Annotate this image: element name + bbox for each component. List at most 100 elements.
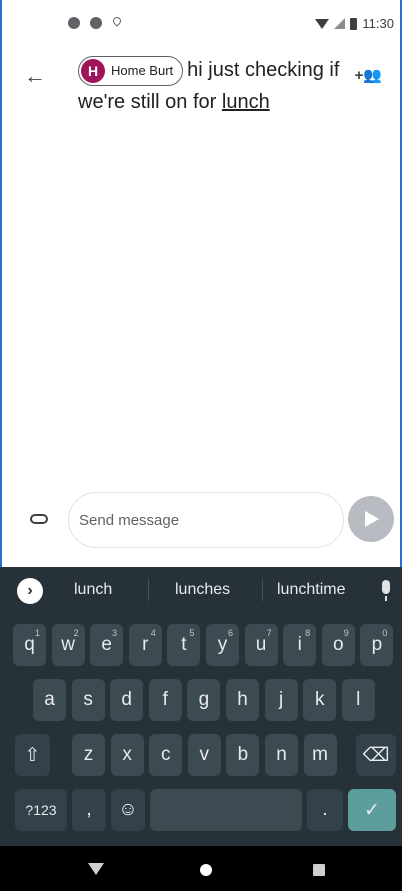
- key-x[interactable]: x: [110, 734, 144, 776]
- suggestion-2[interactable]: lunches: [175, 581, 230, 599]
- key-f[interactable]: f: [148, 679, 182, 721]
- key-label: z: [83, 744, 94, 765]
- period-key[interactable]: .: [307, 789, 343, 831]
- shift-key[interactable]: ⇧: [15, 734, 50, 776]
- attach-icon[interactable]: [30, 514, 48, 524]
- comma-key[interactable]: ,: [72, 789, 106, 831]
- key-label: h: [237, 689, 248, 710]
- send-message-input[interactable]: Send message: [68, 492, 344, 548]
- key-hint: 4: [150, 628, 156, 638]
- key-label: b: [237, 744, 249, 765]
- key-label: v: [199, 744, 210, 765]
- key-label: d: [121, 689, 132, 710]
- key-label: t: [181, 634, 187, 655]
- key-q[interactable]: q1: [13, 624, 46, 666]
- key-g[interactable]: g: [187, 679, 221, 721]
- key-label: r: [142, 634, 149, 655]
- key-label: n: [276, 744, 287, 765]
- send-button[interactable]: [348, 496, 394, 542]
- app-icon: [90, 17, 102, 29]
- key-hint: 2: [73, 628, 79, 638]
- location-icon: [112, 17, 122, 29]
- key-hint: 0: [382, 628, 388, 638]
- suggestion-3[interactable]: lunchtime: [277, 581, 345, 599]
- key-u[interactable]: u7: [244, 624, 278, 666]
- key-label: x: [122, 744, 132, 765]
- suggestion-divider: [148, 579, 149, 601]
- key-label: f: [162, 689, 168, 710]
- keyboard: › lunch lunches lunchtime ⇧ ⌫ ?123 , ☺ .…: [0, 567, 402, 846]
- status-notification-icons: [68, 17, 122, 29]
- key-hint: 6: [227, 628, 233, 638]
- message-text-underlined: lunch: [221, 91, 270, 113]
- key-s[interactable]: s: [71, 679, 105, 721]
- backspace-key[interactable]: ⌫: [356, 734, 396, 776]
- symbols-key[interactable]: ?123: [15, 789, 67, 831]
- key-label: k: [314, 689, 325, 710]
- key-label: j: [278, 689, 284, 710]
- key-i[interactable]: i8: [283, 624, 317, 666]
- suggestion-1[interactable]: lunch: [74, 581, 112, 599]
- nav-recents-icon[interactable]: [313, 864, 325, 876]
- suggestion-strip: › lunch lunches lunchtime: [0, 567, 402, 613]
- key-label: i: [297, 634, 302, 655]
- key-j[interactable]: j: [264, 679, 298, 721]
- back-arrow-icon[interactable]: ←: [24, 63, 46, 89]
- app-icon: [68, 17, 80, 29]
- key-k[interactable]: k: [303, 679, 337, 721]
- key-label: a: [44, 689, 55, 710]
- navigation-bar: [0, 846, 402, 891]
- key-hint: 9: [343, 628, 349, 638]
- key-b[interactable]: b: [226, 734, 260, 776]
- nav-home-icon[interactable]: [200, 864, 212, 876]
- key-label: q: [24, 634, 35, 655]
- key-d[interactable]: d: [110, 679, 144, 721]
- status-bar: 11:30: [0, 0, 402, 44]
- add-people-icon[interactable]: +👥: [355, 66, 382, 84]
- wifi-icon: [315, 18, 330, 29]
- key-y[interactable]: y6: [206, 624, 239, 666]
- key-c[interactable]: c: [149, 734, 183, 776]
- microphone-icon[interactable]: [382, 580, 390, 601]
- suggestion-divider: [262, 579, 263, 601]
- key-label: g: [198, 689, 210, 710]
- key-p[interactable]: p0: [360, 624, 394, 666]
- nav-back-icon[interactable]: [88, 863, 104, 875]
- key-label: s: [83, 689, 93, 710]
- signal-icon: [334, 18, 346, 29]
- avatar: H: [81, 58, 105, 83]
- key-t[interactable]: t5: [167, 624, 201, 666]
- key-w[interactable]: w2: [51, 624, 85, 666]
- status-system-icons: 11:30: [315, 16, 394, 31]
- key-n[interactable]: n: [265, 734, 298, 776]
- space-key[interactable]: [150, 789, 302, 831]
- key-label: e: [101, 634, 112, 655]
- status-time: 11:30: [362, 16, 394, 31]
- chevron-right-icon[interactable]: ›: [17, 578, 43, 604]
- emoji-key[interactable]: ☺: [111, 789, 145, 831]
- key-v[interactable]: v: [187, 734, 221, 776]
- key-hint: 8: [305, 628, 311, 638]
- key-hint: 7: [266, 628, 272, 638]
- key-label: u: [255, 634, 267, 655]
- key-z[interactable]: z: [72, 734, 105, 776]
- key-r[interactable]: r4: [128, 624, 162, 666]
- battery-icon: [350, 17, 358, 30]
- key-e[interactable]: e3: [90, 624, 124, 666]
- key-l[interactable]: l: [341, 679, 375, 721]
- key-o[interactable]: o9: [321, 624, 355, 666]
- key-label: o: [333, 634, 344, 655]
- key-label: c: [160, 744, 171, 765]
- key-h[interactable]: h: [226, 679, 259, 721]
- key-a[interactable]: a: [33, 679, 66, 721]
- recipient-name: Home Burt: [111, 62, 174, 78]
- enter-key[interactable]: ✓: [348, 789, 396, 831]
- key-label: y: [217, 634, 228, 655]
- recipient-chip[interactable]: H Home Burt: [78, 55, 184, 86]
- key-m[interactable]: m: [303, 734, 337, 776]
- key-hint: 3: [112, 628, 118, 638]
- key-label: p: [371, 634, 383, 655]
- compose-recipients-area[interactable]: H Home Burt hi just checking if we're st…: [78, 54, 368, 118]
- key-hint: 5: [189, 628, 195, 638]
- key-label: m: [312, 744, 328, 765]
